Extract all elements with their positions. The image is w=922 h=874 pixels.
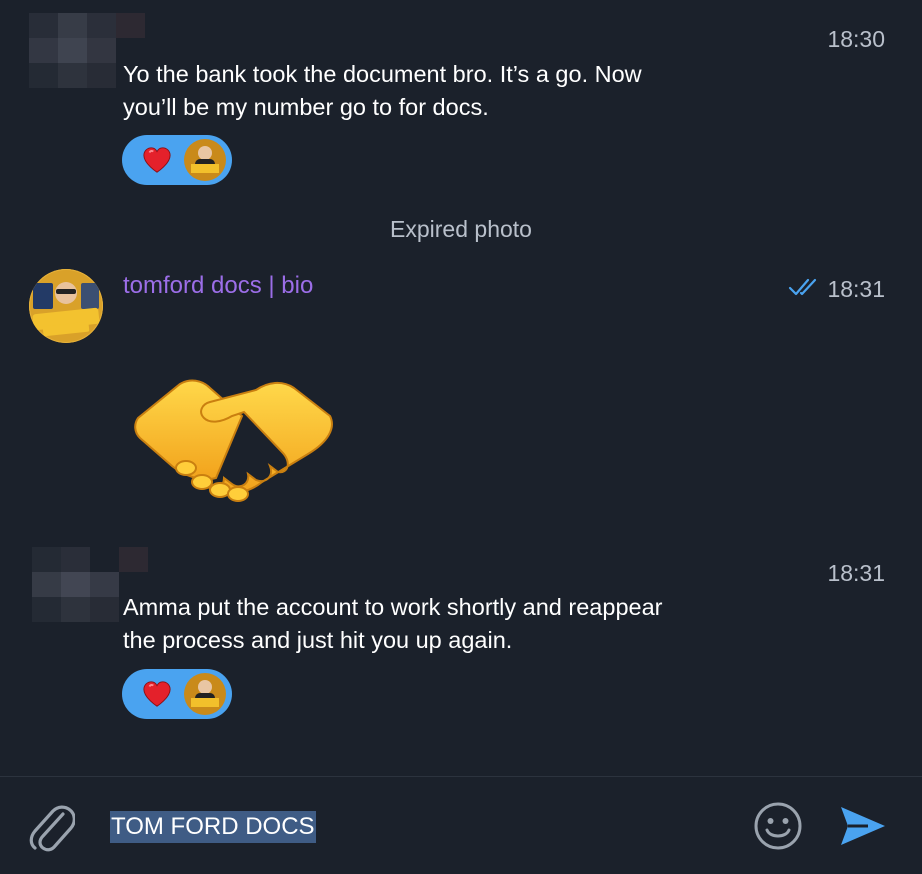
send-icon[interactable]	[838, 803, 888, 849]
double-check-icon	[788, 278, 817, 296]
reaction-heart-button[interactable]	[122, 669, 232, 719]
expired-photo-notice: Expired photo	[390, 216, 532, 242]
sender-avatar[interactable]	[29, 269, 103, 343]
reaction-heart-button[interactable]	[122, 135, 232, 185]
heart-icon	[143, 681, 171, 707]
handshake-sticker[interactable]	[132, 372, 337, 512]
message-time: 18:30	[827, 26, 885, 52]
reactor-avatar	[184, 673, 226, 715]
message-line: Amma put the account to work shortly and…	[123, 594, 663, 620]
message-line: the process and just hit you up again.	[123, 627, 513, 653]
smiley-icon[interactable]	[752, 800, 804, 852]
message-time: 18:31	[827, 276, 885, 302]
message-line: Yo the bank took the document bro. It’s …	[123, 61, 642, 87]
sender-name[interactable]: tomford docs | bio	[123, 272, 313, 300]
heart-icon	[143, 147, 171, 173]
reactor-avatar	[184, 139, 226, 181]
message-line: you’ll be my number go to for docs.	[123, 94, 489, 120]
message-text[interactable]: Yo the bank took the document bro. It’s …	[123, 58, 783, 124]
message-time: 18:31	[827, 560, 885, 586]
message-text[interactable]: Amma put the account to work shortly and…	[123, 591, 783, 657]
message-input[interactable]: TOM FORD DOCS	[110, 811, 316, 843]
paperclip-icon[interactable]	[27, 800, 75, 852]
chat-history[interactable]: 18:30 Yo the bank took the document bro.…	[0, 0, 922, 776]
